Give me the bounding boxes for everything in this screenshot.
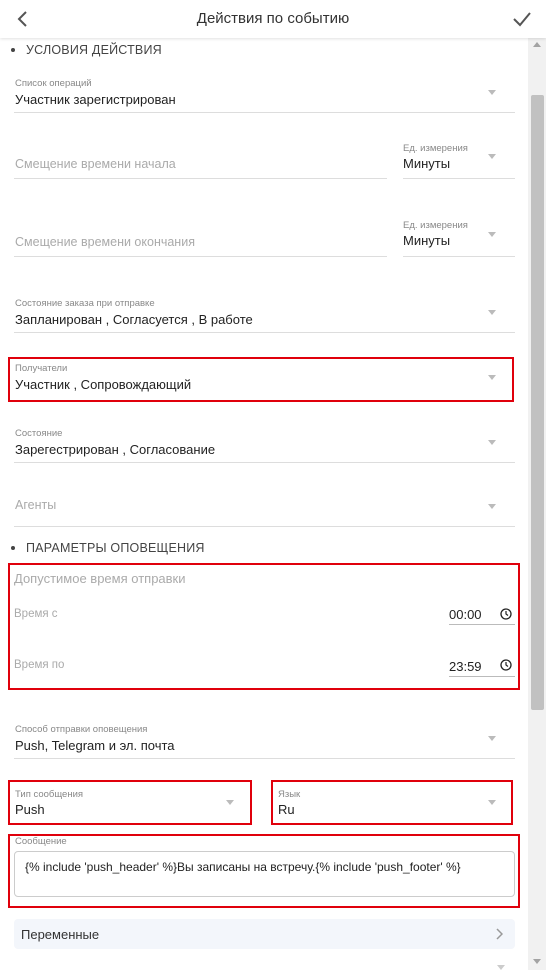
chevron-down-icon xyxy=(488,154,496,159)
start-offset-placeholder: Смещение времени начала xyxy=(15,157,176,171)
recipients-label: Получатели xyxy=(15,363,68,374)
method-value: Push, Telegram и эл. почта xyxy=(15,738,175,753)
variables-expander[interactable]: Переменные xyxy=(14,919,515,949)
end-offset-placeholder: Смещение времени окончания xyxy=(15,235,195,249)
scroll-up-arrow-icon[interactable] xyxy=(533,42,541,47)
chevron-right-icon xyxy=(496,928,503,940)
chevron-down-icon xyxy=(488,800,496,805)
scroll-down-arrow-icon[interactable] xyxy=(533,959,541,964)
chevron-down-icon xyxy=(488,440,496,445)
section-bullet xyxy=(11,48,15,52)
clock-icon xyxy=(500,608,512,620)
underline xyxy=(14,332,515,333)
allowed-time-title: Допустимое время отправки xyxy=(14,571,186,586)
variables-label: Переменные xyxy=(21,927,100,942)
section-title-conditions: УСЛОВИЯ ДЕЙСТВИЯ xyxy=(26,43,162,57)
highlight-language xyxy=(271,780,513,825)
form-content: УСЛОВИЯ ДЕЙСТВИЯ Список операций Участни… xyxy=(0,38,528,970)
underline xyxy=(14,178,387,179)
time-from-label: Время с xyxy=(14,608,58,620)
start-unit-value: Минуты xyxy=(403,156,451,171)
language-value: Ru xyxy=(278,802,295,817)
top-bar: Действия по событию xyxy=(0,0,546,38)
chevron-down-icon xyxy=(488,375,496,380)
order-state-label: Состояние заказа при отправке xyxy=(15,298,155,309)
underline xyxy=(449,624,515,625)
time-to-label: Время по xyxy=(14,659,65,671)
chevron-down-icon xyxy=(488,310,496,315)
time-to-value: 23:59 xyxy=(449,659,482,674)
check-icon[interactable] xyxy=(512,9,532,29)
underline xyxy=(14,256,387,257)
section-title-notify: ПАРАМЕТРЫ ОПОВЕЩЕНИЯ xyxy=(26,541,205,555)
order-state-value: Запланирован , Согласуется , В работе xyxy=(15,312,253,327)
section-bullet xyxy=(11,546,15,550)
underline xyxy=(14,526,515,527)
operations-value: Участник зарегистрирован xyxy=(15,92,176,107)
method-label: Способ отправки оповещения xyxy=(15,724,148,735)
language-label: Язык xyxy=(278,789,301,800)
underline xyxy=(449,676,515,677)
underline xyxy=(403,256,515,257)
chevron-down-icon xyxy=(488,90,496,95)
chevron-down-icon xyxy=(488,736,496,741)
page-title: Действия по событию xyxy=(196,10,350,27)
chevron-down-icon xyxy=(488,504,496,509)
operations-label: Список операций xyxy=(15,78,92,89)
time-from-value: 00:00 xyxy=(449,607,482,622)
underline xyxy=(14,758,515,759)
state-label: Состояние xyxy=(15,428,63,439)
message-textarea[interactable]: {% include 'push_header' %}Вы записаны н… xyxy=(14,851,515,897)
scrollbar-thumb[interactable] xyxy=(531,95,544,710)
underline xyxy=(14,462,515,463)
message-label: Сообщение xyxy=(15,836,67,847)
underline xyxy=(14,112,515,113)
chevron-down-icon xyxy=(497,965,505,970)
message-type-value: Push xyxy=(15,802,45,817)
clock-icon xyxy=(500,659,512,671)
chevron-down-icon xyxy=(488,232,496,237)
recipients-value: Участник , Сопровождающий xyxy=(15,377,192,392)
state-value: Зарегестрирован , Согласование xyxy=(15,442,216,457)
end-unit-value: Минуты xyxy=(403,233,451,248)
end-unit-label: Ед. измерения xyxy=(403,220,468,231)
message-type-label: Тип сообщения xyxy=(15,789,84,800)
chevron-down-icon xyxy=(226,800,234,805)
agents-placeholder: Агенты xyxy=(15,498,57,512)
underline xyxy=(403,178,515,179)
start-unit-label: Ед. измерения xyxy=(403,143,468,154)
